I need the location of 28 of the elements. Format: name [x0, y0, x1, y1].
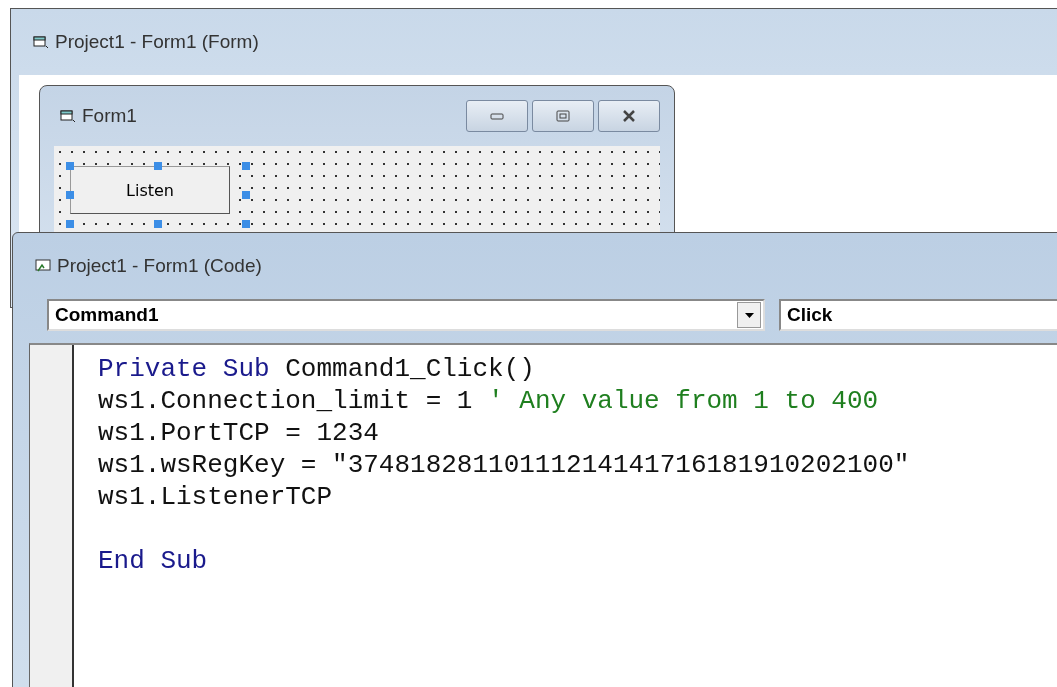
selection-handle[interactable]: [154, 220, 162, 228]
selection-handle[interactable]: [242, 191, 250, 199]
code-window-icon: [35, 259, 51, 273]
procedure-dropdown[interactable]: Click: [779, 299, 1057, 331]
code-line: ws1.ListenerTCP: [98, 481, 333, 513]
minimize-button[interactable]: [466, 100, 528, 132]
close-icon: [622, 110, 636, 122]
code-line: ws1.PortTCP = 1234: [98, 417, 379, 449]
close-button[interactable]: [598, 100, 660, 132]
code-line: ws1.Connection_limit = 1 ' Any value from 1 to 400: [98, 385, 879, 417]
selection-handle[interactable]: [66, 220, 74, 228]
window-title: Project1 - Form1 (Code): [57, 255, 262, 277]
selection-handle[interactable]: [242, 220, 250, 228]
code-line: End Sub: [98, 545, 208, 577]
selection-handle[interactable]: [66, 191, 74, 199]
form-icon: [60, 109, 76, 123]
object-dropdown[interactable]: Command1: [47, 299, 765, 331]
minimize-icon: [490, 112, 504, 120]
code-line: Private Sub Command1_Click(): [98, 353, 535, 385]
listen-button[interactable]: Listen: [70, 166, 230, 214]
form-icon: [33, 35, 49, 49]
form-title: Form1: [82, 105, 137, 127]
maximize-icon: [556, 110, 570, 122]
selection-handle[interactable]: [154, 162, 162, 170]
window-title: Project1 - Form1 (Form): [55, 31, 259, 53]
selection-handle[interactable]: [66, 162, 74, 170]
code-line: ws1.wsRegKey = "37481828110111214141716181910202100": [98, 449, 910, 481]
selection-handle[interactable]: [242, 162, 250, 170]
